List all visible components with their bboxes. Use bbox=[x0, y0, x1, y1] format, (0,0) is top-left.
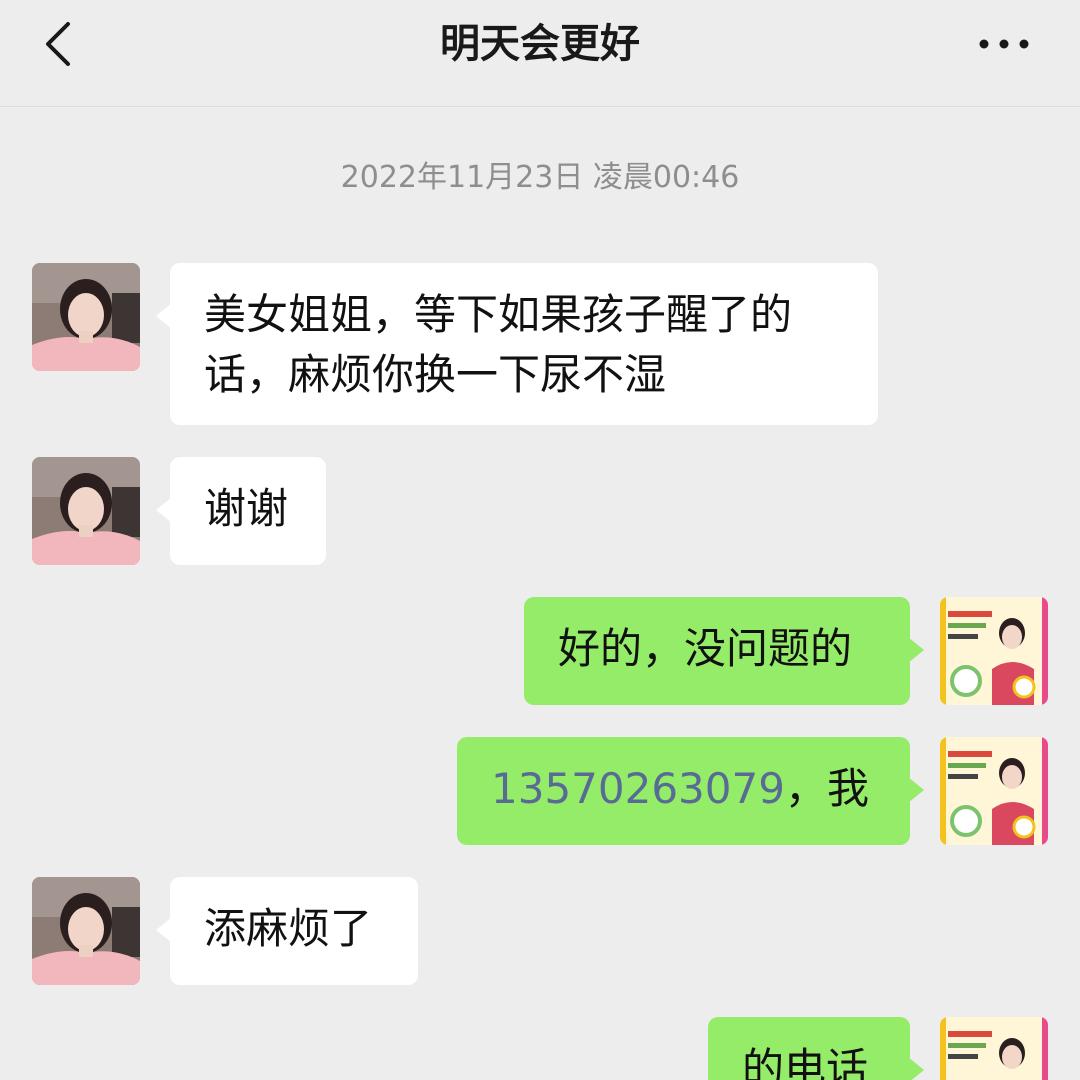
more-dots-icon bbox=[979, 39, 1029, 49]
message-timestamp: 2022年11月23日 凌晨00:46 bbox=[340, 160, 740, 195]
self-avatar[interactable] bbox=[940, 1017, 1048, 1080]
message-bubble-outgoing[interactable]: 13570263079，我 bbox=[457, 737, 924, 845]
message-text-suffix: ，我 bbox=[784, 764, 869, 813]
message-text: 添麻烦了 bbox=[204, 904, 373, 953]
chat-header: 明天会更好 bbox=[0, 0, 1080, 107]
chat-title: 明天会更好 bbox=[440, 21, 640, 67]
message-text: 好的，没问题的 bbox=[558, 624, 853, 673]
contact-avatar[interactable] bbox=[32, 263, 140, 371]
message-bubble-outgoing[interactable]: 的电话 bbox=[708, 1017, 924, 1080]
message-text: 13570263079，我 bbox=[491, 759, 876, 819]
message-bubble-incoming[interactable]: 添麻烦了 bbox=[156, 877, 418, 985]
message-text-line: 话，麻烦你换一下尿不湿 bbox=[204, 350, 667, 399]
message-text: 谢谢 bbox=[204, 484, 289, 533]
more-button[interactable] bbox=[976, 26, 1032, 62]
message-text: 的电话 bbox=[742, 1044, 869, 1080]
contact-avatar[interactable] bbox=[32, 457, 140, 565]
message-bubble-incoming[interactable]: 谢谢 bbox=[156, 457, 326, 565]
message-bubble-incoming[interactable]: 美女姐姐，等下如果孩子醒了的 话，麻烦你换一下尿不湿 bbox=[156, 263, 878, 425]
message-text-line: 美女姐姐，等下如果孩子醒了的 bbox=[204, 290, 793, 339]
self-avatar[interactable] bbox=[940, 737, 1048, 845]
self-avatar[interactable] bbox=[940, 597, 1048, 705]
message-bubble-outgoing[interactable]: 好的，没问题的 bbox=[524, 597, 924, 705]
contact-avatar[interactable] bbox=[32, 877, 140, 985]
phone-number-link[interactable]: 13570263079 bbox=[491, 764, 785, 813]
chat-screen: 明天会更好 2022年11月23日 凌晨00:46 美女姐姐，等下如果孩子醒了的… bbox=[0, 0, 1080, 1080]
